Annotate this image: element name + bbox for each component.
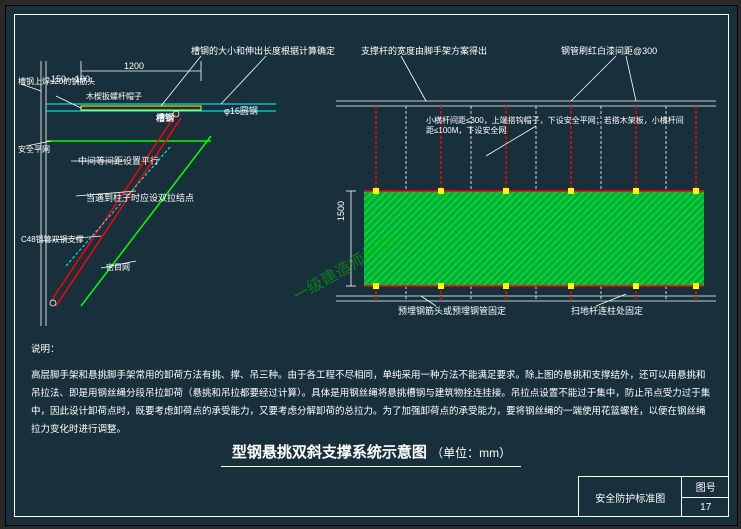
- title-unit: （单位：mm）: [431, 446, 511, 460]
- title-underline: [221, 466, 521, 467]
- note-embed-fix: 预埋钢筋头或预埋钢管固定: [398, 304, 506, 317]
- note-red-white-paint: 钢管刷红白漆间距@300: [561, 44, 657, 57]
- label-fine-mesh: 密目网: [106, 262, 130, 273]
- note-weld-rebar: 槽钢上焊≤20的钢筋头: [18, 76, 95, 87]
- dim-1500: 1500: [336, 201, 346, 221]
- explanation-body: 高层脚手架和悬挑脚手架常用的卸荷方法有挑、撑、吊三种。由于各工程不尽相同，单纯采…: [31, 367, 712, 439]
- note-brace-width: 支撑杆的宽度由脚手架方案得出: [361, 44, 487, 57]
- title-block: 安全防护标准图 图号 17: [578, 476, 729, 517]
- label-safety-net: 安全平网: [18, 144, 50, 155]
- note-midspan: 中间等间距设置平行: [78, 154, 159, 167]
- title-main: 型钢悬挑双斜支撑系统示意图: [232, 444, 427, 461]
- titleblock-no: 17: [682, 498, 729, 518]
- note-ground-rail: 扫地杆连柱处固定: [571, 304, 643, 317]
- explanation-label: 说明：: [31, 341, 712, 359]
- note-column-tie: 当遇到柱子时应设双拉结点: [86, 191, 194, 204]
- drawing-title: 型钢悬挑双斜支撑系统示意图 （单位：mm）: [6, 441, 737, 462]
- note-wedge: 木楔扳螺杆帽子: [86, 91, 142, 102]
- titleblock-name: 安全防护标准图: [579, 477, 682, 517]
- note-channel-calc: 槽钢的大小和伸出长度根据计算确定: [191, 44, 335, 57]
- drawing-canvas: 1200 150—100 槽钢的大小和伸出长度根据计算确定 支撑杆的宽度由脚手架…: [5, 5, 738, 526]
- dim-1200: 1200: [124, 61, 144, 71]
- note-scissor-spacing: 小横杆间距≤300，上端搭钩帽子，下设安全平网；若搭木架板，小横杆间距≤100M…: [426, 116, 686, 137]
- label-phi16: φ16圆钢: [224, 104, 258, 117]
- titleblock-no-label: 图号: [682, 477, 729, 498]
- label-channel: 槽钢: [156, 111, 174, 124]
- label-c48-brace: C48钢管双钢支撑: [21, 234, 84, 245]
- explanation-block: 说明： 高层脚手架和悬挑脚手架常用的卸荷方法有挑、撑、吊三种。由于各工程不尽相同…: [31, 341, 712, 439]
